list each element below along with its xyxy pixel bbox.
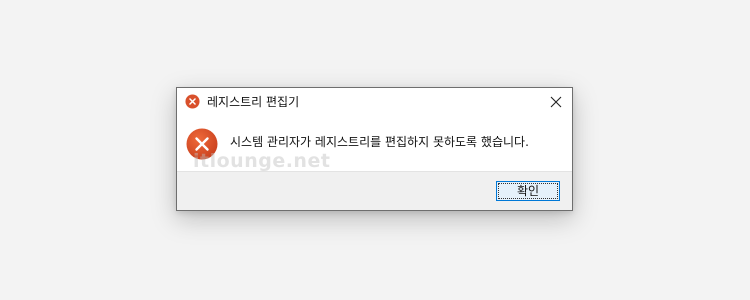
button-bar: 확인 bbox=[177, 171, 572, 210]
dialog-content: 시스템 관리자가 레지스트리를 편집하지 못하도록 했습니다. bbox=[177, 116, 572, 171]
error-icon bbox=[186, 128, 218, 160]
title-bar: 레지스트리 편집기 bbox=[177, 88, 572, 116]
close-icon bbox=[550, 96, 562, 108]
error-message: 시스템 관리자가 레지스트리를 편집하지 못하도록 했습니다. bbox=[230, 135, 529, 149]
ok-button[interactable]: 확인 bbox=[496, 181, 560, 201]
error-icon bbox=[185, 94, 200, 109]
close-button[interactable] bbox=[540, 88, 572, 116]
dialog-title: 레지스트리 편집기 bbox=[207, 95, 300, 109]
error-dialog: 레지스트리 편집기 시스템 관리자가 레지스트리를 편집하지 못하도록 했습니다… bbox=[176, 87, 573, 211]
